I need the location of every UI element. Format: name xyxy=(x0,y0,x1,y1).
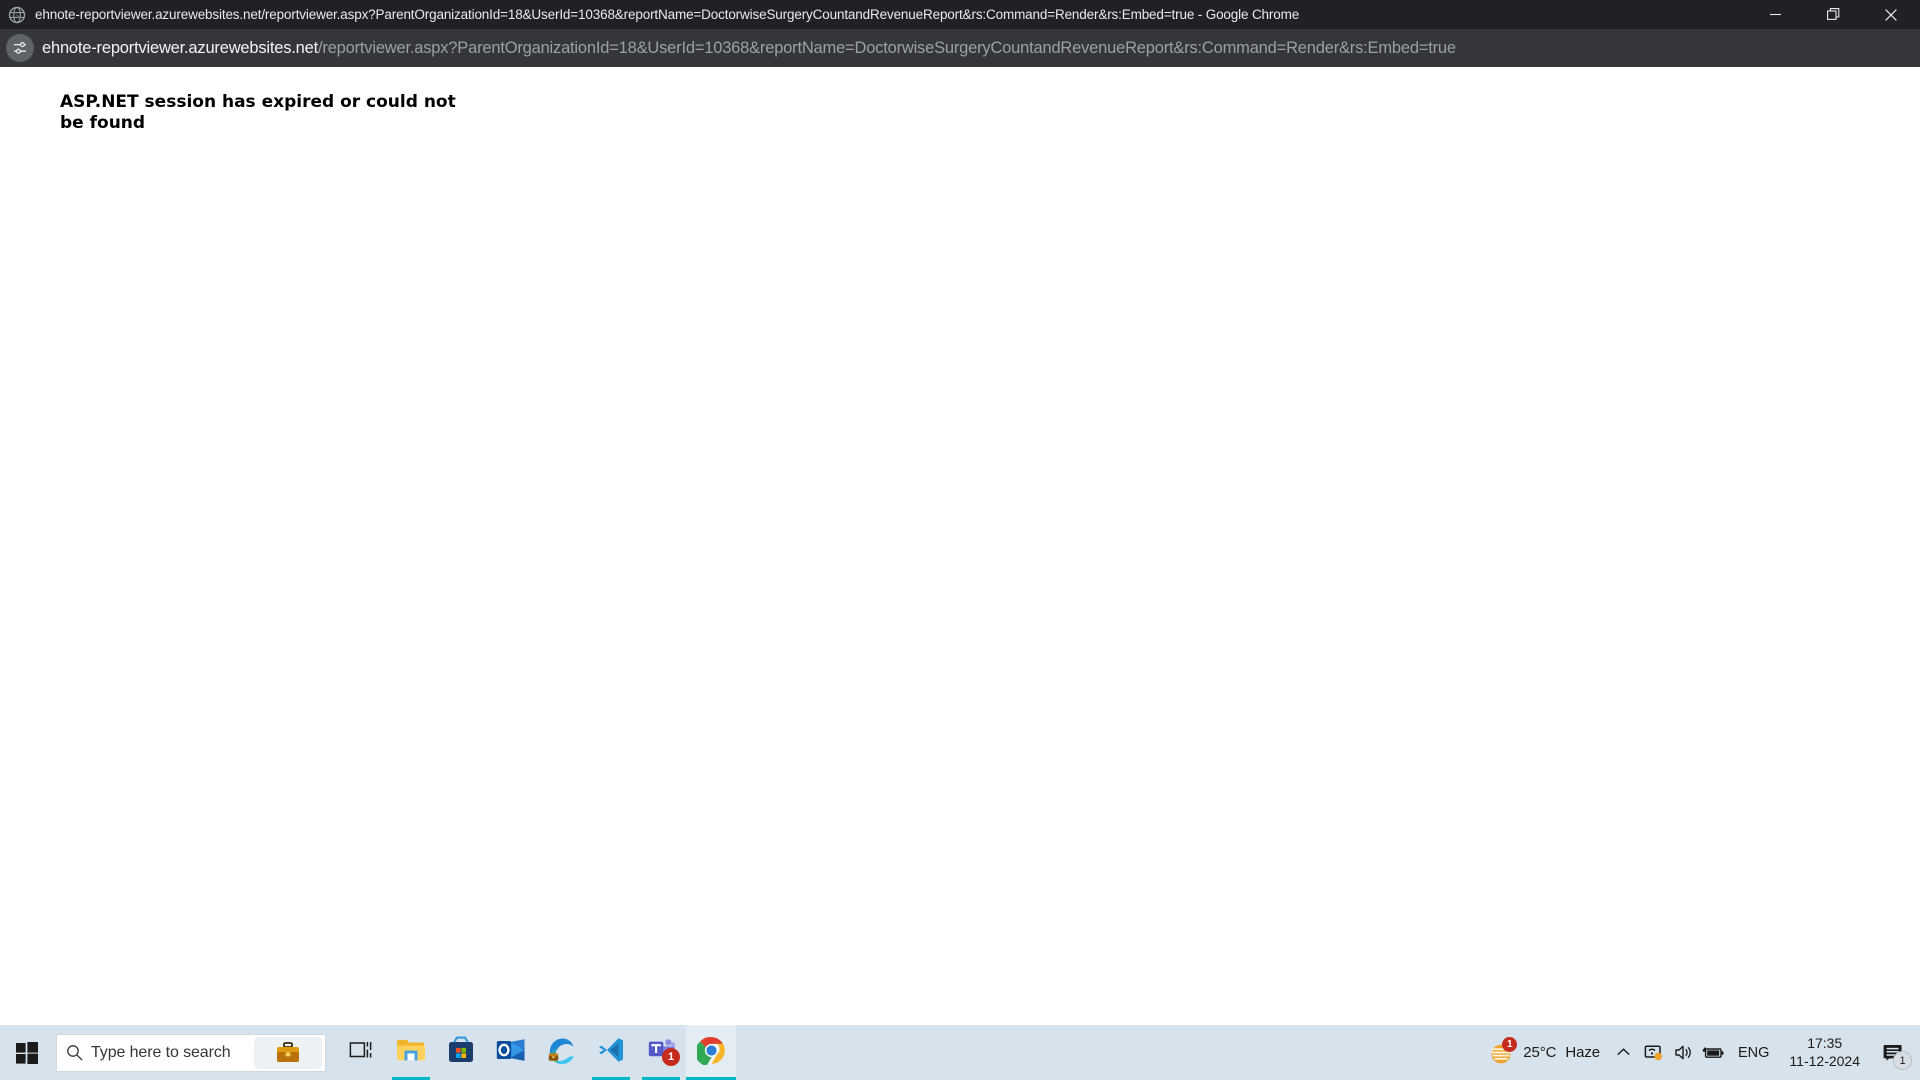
window-title: ehnote-reportviewer.azurewebsites.net/re… xyxy=(35,7,1300,22)
battery-charging-icon[interactable] xyxy=(1698,1025,1728,1080)
taskbar-item-microsoft-edge[interactable] xyxy=(536,1025,586,1080)
outlook-icon xyxy=(496,1037,526,1068)
file-explorer-icon xyxy=(396,1037,426,1068)
microsoft-store-icon xyxy=(447,1036,475,1069)
taskbar-clock[interactable]: 17:35 11-12-2024 xyxy=(1779,1025,1870,1080)
page-viewport: ASP.NET session has expired or could not… xyxy=(0,67,1920,1025)
url-path: /reportviewer.aspx?ParentOrganizationId=… xyxy=(318,39,1456,57)
network-warning-icon[interactable] xyxy=(1638,1025,1668,1080)
notification-center-button[interactable]: 1 xyxy=(1870,1025,1916,1080)
url-domain: ehnote-reportviewer.azurewebsites.net xyxy=(42,39,319,57)
taskbar-item-outlook[interactable] xyxy=(486,1025,536,1080)
address-bar[interactable]: ehnote-reportviewer.azurewebsites.net/re… xyxy=(42,29,1920,67)
window-controls xyxy=(1746,0,1920,29)
tune-sliders-icon[interactable] xyxy=(6,34,34,62)
taskbar-item-task-view[interactable] xyxy=(336,1025,386,1080)
weather-haze-icon: 1 xyxy=(1488,1036,1518,1066)
weather-temperature: 25°C xyxy=(1523,1044,1557,1061)
taskbar-item-vs-code[interactable] xyxy=(586,1025,636,1080)
session-expired-message: ASP.NET session has expired or could not… xyxy=(60,92,456,133)
microsoft-edge-icon xyxy=(547,1036,576,1070)
speaker-icon[interactable] xyxy=(1668,1025,1698,1080)
show-hidden-icons-button[interactable] xyxy=(1608,1025,1638,1080)
restore-button[interactable] xyxy=(1804,0,1862,29)
browser-window: ehnote-reportviewer.azurewebsites.net/re… xyxy=(0,0,1920,1025)
taskbar-search-box[interactable]: Type here to search xyxy=(56,1033,326,1072)
taskbar-item-file-explorer[interactable] xyxy=(386,1025,436,1080)
taskbar-app-list: 1 xyxy=(336,1025,736,1080)
task-view-icon xyxy=(349,1039,373,1066)
google-chrome-icon xyxy=(694,1036,726,1070)
globe-icon xyxy=(8,6,26,24)
minimize-button[interactable] xyxy=(1746,0,1804,29)
search-input-placeholder: Type here to search xyxy=(91,1043,231,1061)
search-icon xyxy=(57,1044,91,1061)
weather-condition: Haze xyxy=(1565,1044,1600,1061)
briefcase-icon[interactable] xyxy=(254,1036,322,1069)
clock-time: 17:35 xyxy=(1807,1035,1843,1051)
taskbar-item-microsoft-teams[interactable]: 1 xyxy=(636,1025,686,1080)
taskbar-item-google-chrome[interactable] xyxy=(686,1025,736,1080)
weather-badge: 1 xyxy=(1502,1036,1518,1052)
teams-badge: 1 xyxy=(662,1048,680,1066)
clock-date: 11-12-2024 xyxy=(1789,1052,1860,1069)
browser-toolbar: ehnote-reportviewer.azurewebsites.net/re… xyxy=(0,29,1920,67)
start-button[interactable] xyxy=(0,1025,54,1080)
close-button[interactable] xyxy=(1862,0,1920,29)
vs-code-icon xyxy=(597,1036,625,1069)
notification-badge: 1 xyxy=(1893,1051,1912,1070)
taskbar-item-microsoft-store[interactable] xyxy=(436,1025,486,1080)
weather-widget[interactable]: 1 25°C Haze xyxy=(1484,1025,1608,1080)
title-bar[interactable]: ehnote-reportviewer.azurewebsites.net/re… xyxy=(0,0,1920,29)
system-tray: 1 25°C Haze ENG 17:35 11-12-2024 1 xyxy=(1484,1025,1920,1080)
windows-taskbar: Type here to search 1 1 25°C Haze ENG 17… xyxy=(0,1025,1920,1080)
language-indicator[interactable]: ENG xyxy=(1728,1025,1779,1080)
